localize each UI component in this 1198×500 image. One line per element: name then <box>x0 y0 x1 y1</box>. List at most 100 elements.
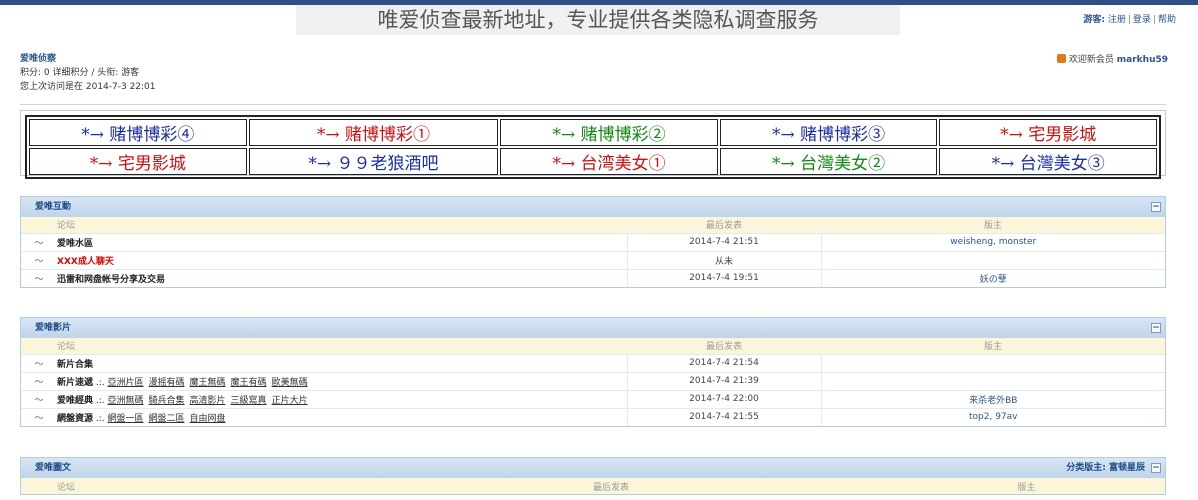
moderator-links[interactable] <box>821 371 1165 390</box>
subforum-link[interactable]: 三級寫真 <box>231 396 267 406</box>
forum-row: 〜新片合集 2014-7-4 21:54 <box>21 353 1165 372</box>
forum-status-icon: 〜 <box>21 250 57 269</box>
subforum-list: .:. 亞洲無碼 騎兵合集 高清影片 三級寫真 正片大片 <box>93 395 308 406</box>
forum-link[interactable]: 爱唯水區 <box>57 239 93 249</box>
moderator-links[interactable]: 来杀老外BB <box>821 389 1165 408</box>
moderator-links[interactable]: top2, 97av <box>821 407 1165 426</box>
forum-link[interactable]: 新片速遞 <box>57 378 93 388</box>
subforum-list: .:. 亞洲片區 漫摇有碼 魔王無碼 魔王有碼 歐美無碼 <box>93 377 308 388</box>
last-post-time[interactable]: 2014-7-4 21:55 <box>627 407 822 426</box>
forum-status-icon: 〜 <box>21 407 57 426</box>
ad-link[interactable]: *→ 赌博博彩③ <box>719 119 938 146</box>
forum-status-icon: 〜 <box>21 232 57 251</box>
column-header-forum: 论坛 <box>57 217 627 233</box>
forum-link[interactable]: XXX成人聊天 <box>57 257 114 267</box>
last-visit: 您上次访问是在 2014-7-3 22:01 <box>20 82 156 92</box>
forum-table: 论坛 最后发表 版主〜新片合集 2014-7-4 21:54 〜新片速遞 .:. 亞洲片… <box>21 338 1165 426</box>
section-header: 爱唯互動 − <box>21 197 1165 217</box>
forum-link[interactable]: 迅雷和网盘帐号分享及交易 <box>57 275 165 285</box>
forum-name-cell: 迅雷和网盘帐号分享及交易 <box>57 268 628 287</box>
subforum-link[interactable]: 亞洲片區 <box>108 378 144 388</box>
column-header-last-post: 最后发表 <box>627 338 821 354</box>
forum-row: 〜爱唯水區 2014-7-4 21:51 weisheng, monster <box>21 232 1165 251</box>
subforum-link[interactable]: 歐美無碼 <box>272 378 308 388</box>
ad-link[interactable]: *→ 宅男影城 <box>939 119 1157 146</box>
forum-row: 〜迅雷和网盘帐号分享及交易 2014-7-4 19:51 妖の孽 <box>21 268 1165 287</box>
column-header-icon <box>21 338 57 354</box>
forum-row: 〜新片速遞 .:. 亞洲片區 漫摇有碼 魔王無碼 魔王有碼 歐美無碼 2014-7-4 2… <box>21 371 1165 390</box>
user-points: 积分: 0 详细积分 / 头衔: 游客 <box>20 68 140 78</box>
ad-link[interactable]: *→ 赌博博彩① <box>248 119 499 146</box>
subforum-link[interactable]: 高清影片 <box>190 396 226 406</box>
subforum-link[interactable]: 騎兵合集 <box>149 396 185 406</box>
register-link[interactable]: 注册 <box>1108 15 1126 25</box>
column-header-moderator: 版主 <box>821 217 1165 233</box>
ad-link[interactable]: *→ 赌博博彩② <box>500 119 718 146</box>
ad-link[interactable]: *→ 台灣美女② <box>719 148 938 175</box>
new-member-link[interactable]: markhu59 <box>1117 55 1168 65</box>
ad-link[interactable]: *→ 宅男影城 <box>29 148 247 175</box>
forum-table: 论坛 最后发表 版主 <box>21 478 1165 494</box>
last-post-time[interactable]: 2014-7-4 21:54 <box>627 353 822 372</box>
subforum-link[interactable]: 魔王有碼 <box>231 378 267 388</box>
welcome-text: 欢迎新会员 <box>1068 55 1114 65</box>
ad-table: *→ 赌博博彩④ *→ 赌博博彩① *→ 赌博博彩② *→ 赌博博彩③ *→ 宅男影城 *… <box>25 115 1161 179</box>
last-post-time[interactable]: 2014-7-4 21:39 <box>627 371 822 390</box>
subforum-link[interactable]: 魔王無碼 <box>190 378 226 388</box>
subforum-link[interactable]: 亞洲無碼 <box>108 396 144 406</box>
rss-icon <box>1056 54 1066 63</box>
forum-name-cell: 新片速遞 .:. 亞洲片區 漫摇有碼 魔王無碼 魔王有碼 歐美無碼 <box>57 371 628 390</box>
forum-row: 〜網盤資源 .:. 網盤一區 網盤二區 自由网盘 2014-7-4 21:55 top2… <box>21 407 1165 426</box>
forum-section-pictures: 爱唯圖文 分类版主: 富顿星辰 − 论坛 最后发表 版主 <box>20 457 1166 495</box>
ad-link[interactable]: *→ ９９老狼酒吧 <box>248 148 499 175</box>
ad-row: *→ 赌博博彩④ *→ 赌博博彩① *→ 赌博博彩② *→ 赌博博彩③ *→ 宅男影城 <box>29 119 1157 146</box>
subforum-link[interactable]: 網盤一區 <box>108 414 144 424</box>
column-header-last-post: 最后发表 <box>334 478 888 494</box>
login-link[interactable]: 登录 <box>1133 15 1151 25</box>
section-header: 爱唯影片 − <box>21 318 1165 338</box>
collapse-icon[interactable]: − <box>1151 463 1161 473</box>
forum-name-cell: 新片合集 <box>57 353 628 372</box>
moderator-links[interactable] <box>821 353 1165 372</box>
last-post-time[interactable]: 2014-7-4 21:51 <box>627 232 822 251</box>
moderator-links[interactable] <box>821 250 1165 269</box>
subforum-link[interactable]: 網盤二區 <box>149 414 185 424</box>
subforum-link[interactable]: 自由网盘 <box>190 414 226 424</box>
top-links: 游客: 注册 | 登录 | 帮助 <box>1083 15 1176 25</box>
forum-name-cell: 爱唯水區 <box>57 232 628 251</box>
column-header-forum: 论坛 <box>57 338 627 354</box>
last-post-time[interactable]: 从未 <box>627 250 822 269</box>
column-header-icon <box>21 478 57 494</box>
last-post-time[interactable]: 2014-7-4 19:51 <box>627 268 822 287</box>
forum-link[interactable]: 爱唯經典 <box>57 396 93 406</box>
moderator-links[interactable]: 妖の孽 <box>821 268 1165 287</box>
subforum-link[interactable]: 漫摇有碼 <box>149 378 185 388</box>
moderator-links[interactable]: weisheng, monster <box>821 232 1165 251</box>
help-link[interactable]: 帮助 <box>1158 15 1176 25</box>
forum-name-cell: XXX成人聊天 <box>57 250 628 269</box>
username[interactable]: 爱唯侦察 <box>20 52 156 66</box>
column-header-row: 论坛 最后发表 版主 <box>21 217 1165 233</box>
column-header-moderator: 版主 <box>821 338 1165 354</box>
collapse-icon[interactable]: − <box>1151 202 1161 212</box>
section-header: 爱唯圖文 分类版主: 富顿星辰 − <box>21 458 1165 478</box>
user-info: 爱唯侦察 积分: 0 详细积分 / 头衔: 游客 您上次访问是在 2014-7-… <box>20 52 156 94</box>
forum-status-icon: 〜 <box>21 353 57 372</box>
forum-status-icon: 〜 <box>21 268 57 287</box>
ad-link[interactable]: *→ 台灣美女③ <box>939 148 1157 175</box>
section-title[interactable]: 爱唯圖文 <box>35 463 71 473</box>
forum-link[interactable]: 新片合集 <box>57 360 93 370</box>
section-title[interactable]: 爱唯互動 <box>35 202 71 212</box>
collapse-icon[interactable]: − <box>1151 323 1161 333</box>
section-title[interactable]: 爱唯影片 <box>35 323 71 333</box>
forum-link[interactable]: 網盤資源 <box>57 414 93 424</box>
column-header-icon <box>21 217 57 233</box>
section-moderators: 分类版主: 富顿星辰 <box>1066 463 1145 473</box>
subforum-list: .:. 網盤一區 網盤二區 自由网盘 <box>93 413 226 424</box>
last-post-time[interactable]: 2014-7-4 22:00 <box>627 389 822 408</box>
ad-link[interactable]: *→ 台湾美女① <box>500 148 718 175</box>
banner-title: 唯爱侦查最新地址，专业提供各类隐私调查服务 <box>296 5 900 35</box>
ad-link[interactable]: *→ 赌博博彩④ <box>29 119 247 146</box>
forum-section-videos: 爱唯影片 − 论坛 最后发表 版主〜新片合集 2014-7-4 21:54 〜新片速遞 .:… <box>20 317 1166 427</box>
subforum-link[interactable]: 正片大片 <box>272 396 308 406</box>
